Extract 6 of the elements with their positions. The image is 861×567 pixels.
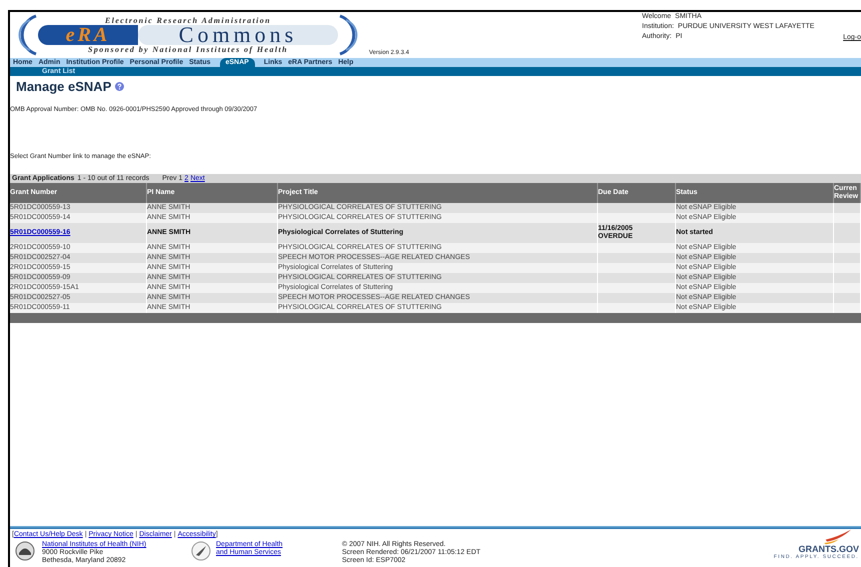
logo-mark: eRA [38,24,138,44]
logo-name: Commons [138,24,338,44]
logo-subtitle: Sponsored by National Institutes of Health [88,44,288,54]
grants-logo-name: GRANTS.GOV [798,545,859,554]
logo-tagline: Electronic Research Administration [105,16,271,24]
page-title: Manage eSNAP [16,79,112,94]
